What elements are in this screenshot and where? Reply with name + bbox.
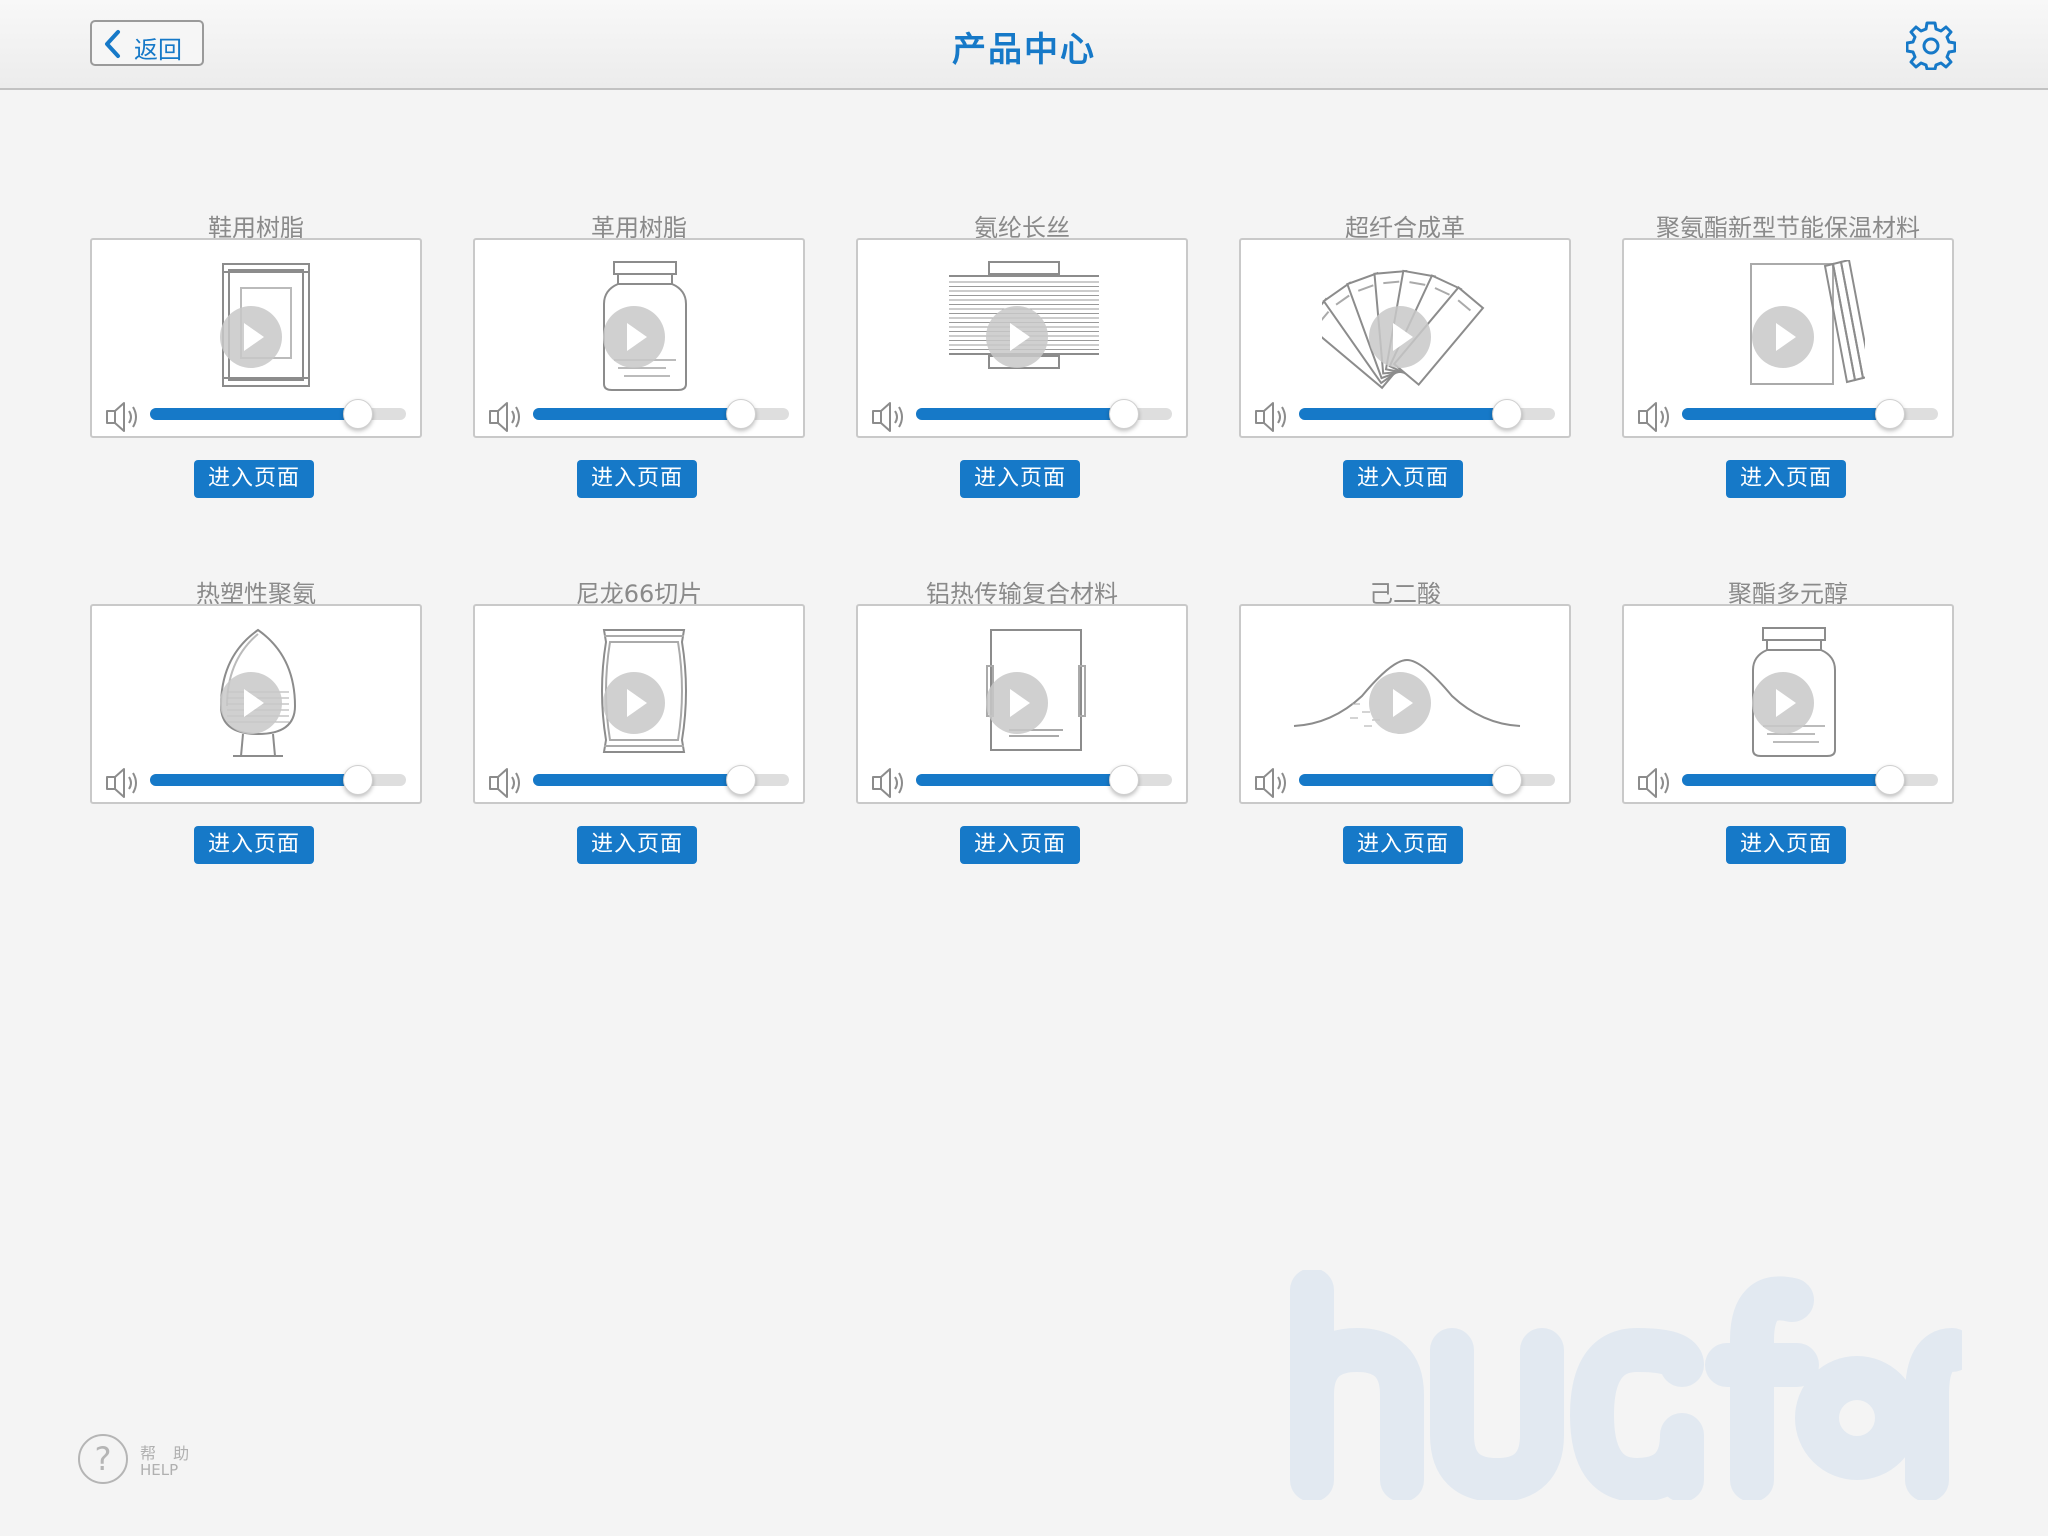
- play-icon[interactable]: [220, 306, 282, 368]
- product-item: 革用树脂 进入页面: [473, 208, 805, 528]
- product-video-card[interactable]: [473, 238, 805, 438]
- volume-fill: [1299, 774, 1507, 786]
- play-icon[interactable]: [986, 672, 1048, 734]
- volume-slider-handle[interactable]: [1492, 399, 1523, 429]
- volume-fill: [533, 408, 741, 420]
- volume-slider-handle[interactable]: [1109, 399, 1140, 429]
- product-video-card[interactable]: [473, 604, 805, 804]
- speaker-icon[interactable]: [487, 766, 527, 800]
- question-icon: ?: [94, 1440, 112, 1478]
- speaker-icon[interactable]: [104, 400, 144, 434]
- enter-page-button[interactable]: 进入页面: [960, 460, 1080, 498]
- volume-slider-handle[interactable]: [1875, 399, 1906, 429]
- enter-page-button[interactable]: 进入页面: [194, 826, 314, 864]
- product-item: 尼龙66切片 进入页面: [473, 574, 805, 894]
- volume-fill: [916, 774, 1124, 786]
- volume-slider-handle[interactable]: [1492, 765, 1523, 795]
- product-video-card[interactable]: [1239, 604, 1571, 804]
- speaker-icon[interactable]: [870, 400, 910, 434]
- enter-page-button[interactable]: 进入页面: [1726, 460, 1846, 498]
- product-video-card[interactable]: [856, 604, 1188, 804]
- volume-fill: [150, 774, 358, 786]
- enter-page-button[interactable]: 进入页面: [194, 460, 314, 498]
- play-icon[interactable]: [220, 672, 282, 734]
- enter-page-button[interactable]: 进入页面: [1343, 826, 1463, 864]
- speaker-icon[interactable]: [1636, 400, 1676, 434]
- product-video-card[interactable]: [90, 604, 422, 804]
- brand-watermark-logo: [1290, 1270, 1962, 1500]
- product-item: 聚酯多元醇 进入页面: [1622, 574, 1954, 894]
- product-item: 鞋用树脂 进入页面: [90, 208, 422, 528]
- volume-slider[interactable]: [1299, 765, 1555, 795]
- product-item: 氨纶长丝 进入页面: [856, 208, 1188, 528]
- enter-page-button[interactable]: 进入页面: [960, 826, 1080, 864]
- enter-page-button[interactable]: 进入页面: [1343, 460, 1463, 498]
- volume-slider-handle[interactable]: [1875, 765, 1906, 795]
- volume-fill: [150, 408, 358, 420]
- product-video-card[interactable]: [856, 238, 1188, 438]
- volume-fill: [1682, 408, 1890, 420]
- speaker-icon[interactable]: [870, 766, 910, 800]
- play-icon[interactable]: [1752, 672, 1814, 734]
- volume-fill: [533, 774, 741, 786]
- product-item: 铝热传输复合材料 进入页面: [856, 574, 1188, 894]
- volume-slider[interactable]: [916, 399, 1172, 429]
- volume-fill: [1299, 408, 1507, 420]
- product-video-card[interactable]: [90, 238, 422, 438]
- product-video-card[interactable]: [1622, 238, 1954, 438]
- product-item: 己二酸 进入页面: [1239, 574, 1571, 894]
- product-item: 热塑性聚氨 进入页面: [90, 574, 422, 894]
- page-title: 产品中心: [952, 30, 1096, 70]
- volume-slider-handle[interactable]: [343, 765, 374, 795]
- play-icon[interactable]: [1752, 306, 1814, 368]
- speaker-icon[interactable]: [487, 400, 527, 434]
- product-video-card[interactable]: [1239, 238, 1571, 438]
- volume-slider-handle[interactable]: [1109, 765, 1140, 795]
- speaker-icon[interactable]: [1253, 766, 1293, 800]
- speaker-icon[interactable]: [1253, 400, 1293, 434]
- enter-page-button[interactable]: 进入页面: [577, 460, 697, 498]
- volume-slider[interactable]: [1682, 765, 1938, 795]
- enter-page-button[interactable]: 进入页面: [1726, 826, 1846, 864]
- volume-slider[interactable]: [1682, 399, 1938, 429]
- help-label-en: HELP: [140, 1461, 179, 1479]
- play-icon[interactable]: [986, 306, 1048, 368]
- play-icon[interactable]: [603, 306, 665, 368]
- volume-slider[interactable]: [533, 399, 789, 429]
- product-item: 超纤合成革 进入页面: [1239, 208, 1571, 528]
- volume-slider[interactable]: [1299, 399, 1555, 429]
- play-icon[interactable]: [1369, 672, 1431, 734]
- volume-slider[interactable]: [150, 399, 406, 429]
- volume-slider-handle[interactable]: [726, 765, 757, 795]
- enter-page-button[interactable]: 进入页面: [577, 826, 697, 864]
- play-icon[interactable]: [603, 672, 665, 734]
- volume-slider-handle[interactable]: [726, 399, 757, 429]
- product-item: 聚氨酯新型节能保温材料 进入页面: [1622, 208, 1954, 528]
- volume-fill: [916, 408, 1124, 420]
- volume-slider[interactable]: [533, 765, 789, 795]
- gear-icon[interactable]: [1906, 20, 1956, 70]
- volume-slider[interactable]: [150, 765, 406, 795]
- speaker-icon[interactable]: [104, 766, 144, 800]
- volume-slider[interactable]: [916, 765, 1172, 795]
- volume-fill: [1682, 774, 1890, 786]
- top-bar: 返回 产品中心: [0, 0, 2048, 90]
- product-video-card[interactable]: [1622, 604, 1954, 804]
- speaker-icon[interactable]: [1636, 766, 1676, 800]
- play-icon[interactable]: [1369, 306, 1431, 368]
- volume-slider-handle[interactable]: [343, 399, 374, 429]
- help-button[interactable]: ?: [78, 1434, 128, 1484]
